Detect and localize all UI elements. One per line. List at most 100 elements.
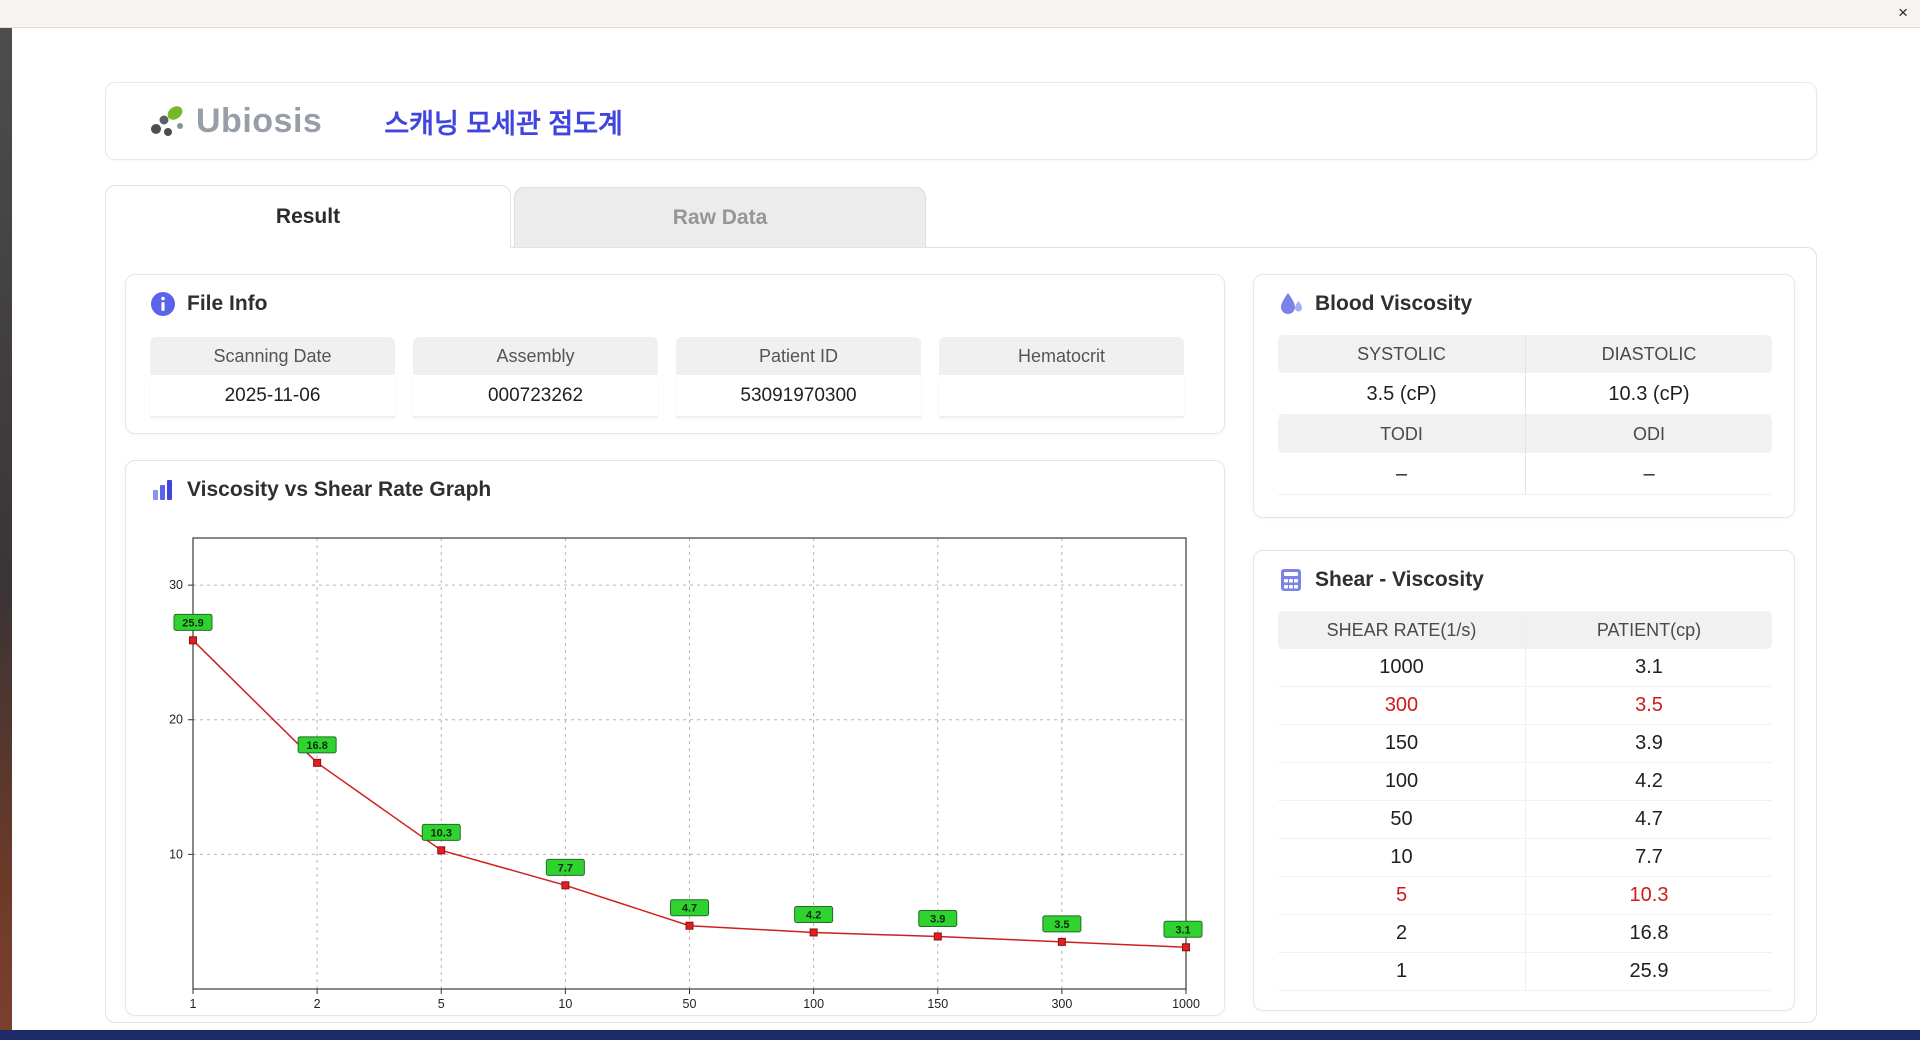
svg-text:1: 1 xyxy=(190,997,197,1009)
table-body: 1000 3.1 300 3.5 150 3.9 100 4.2 50 4.7 10 7.7 5 10.3… xyxy=(1278,649,1772,991)
desktop-backdrop-left xyxy=(0,28,12,1040)
app-header: Ubiosis 스캐닝 모세관 점도계 xyxy=(105,82,1817,160)
svg-text:25.9: 25.9 xyxy=(182,617,203,629)
field-value xyxy=(939,375,1184,417)
shear-viscosity-header: Shear - Viscosity xyxy=(1278,567,1484,593)
table-row: 1 25.9 xyxy=(1278,953,1772,991)
bv-value-row: – – xyxy=(1278,453,1772,495)
blood-viscosity-card: Blood Viscosity SYSTOLIC DIASTOLIC 3.5 (cP… xyxy=(1253,274,1795,518)
cell-patient: 3.1 xyxy=(1525,649,1772,686)
bv-label-row: SYSTOLIC DIASTOLIC xyxy=(1278,335,1772,373)
graph-header: Viscosity vs Shear Rate Graph xyxy=(150,477,491,503)
svg-text:10: 10 xyxy=(558,997,572,1009)
svg-text:3.5: 3.5 xyxy=(1054,919,1069,931)
svg-text:1000: 1000 xyxy=(1172,997,1200,1009)
field-label: Patient ID xyxy=(676,337,921,375)
table-row: 1000 3.1 xyxy=(1278,649,1772,687)
bar-chart-icon xyxy=(150,477,176,503)
table-row: 50 4.7 xyxy=(1278,801,1772,839)
shear-viscosity-table: SHEAR RATE(1/s) PATIENT(cp) 1000 3.1 300 3.… xyxy=(1278,611,1772,991)
svg-text:10.3: 10.3 xyxy=(431,827,452,839)
cell-shear-rate: 1000 xyxy=(1379,656,1424,678)
main-window: Ubiosis 스캐닝 모세관 점도계 Result Raw Data File… xyxy=(12,28,1920,1030)
field-label: Hematocrit xyxy=(939,337,1184,375)
bv-label-row: TODI ODI xyxy=(1278,415,1772,453)
cell-patient: 16.8 xyxy=(1525,915,1772,952)
bv-value: – xyxy=(1525,453,1772,495)
window-titlebar: × xyxy=(0,0,1920,28)
table-row: 5 10.3 xyxy=(1278,877,1772,915)
bv-value: – xyxy=(1278,453,1525,495)
ubiosis-leaf-icon xyxy=(144,99,190,143)
svg-text:5: 5 xyxy=(438,997,445,1009)
cell-patient: 7.7 xyxy=(1525,839,1772,876)
svg-text:50: 50 xyxy=(683,997,697,1009)
bv-value: 3.5 (cP) xyxy=(1278,373,1525,415)
blood-viscosity-header: Blood Viscosity xyxy=(1278,291,1472,317)
svg-text:2: 2 xyxy=(314,997,321,1009)
file-info-header: File Info xyxy=(150,291,268,317)
cell-shear-rate: 50 xyxy=(1390,808,1413,830)
file-info-fields: Scanning Date 2025-11-06 Assembly 000723262… xyxy=(150,337,1184,417)
bv-label: TODI xyxy=(1278,415,1525,453)
cell-shear-rate: 100 xyxy=(1384,770,1419,792)
bv-value: 10.3 (cP) xyxy=(1525,373,1772,415)
field-value: 000723262 xyxy=(413,375,658,417)
svg-text:16.8: 16.8 xyxy=(306,740,327,752)
field-value: 53091970300 xyxy=(676,375,921,417)
shear-viscosity-title: Shear - Viscosity xyxy=(1315,568,1484,591)
logo-text: Ubiosis xyxy=(196,101,323,140)
svg-text:7.7: 7.7 xyxy=(558,862,573,874)
file-info-field: Hematocrit xyxy=(939,337,1184,417)
desktop-backdrop-bottom xyxy=(0,1030,1920,1040)
tab-raw-data[interactable]: Raw Data xyxy=(514,187,926,248)
close-icon[interactable]: × xyxy=(1898,3,1908,23)
file-info-field: Scanning Date 2025-11-06 xyxy=(150,337,395,417)
tab-result[interactable]: Result xyxy=(105,185,511,248)
svg-text:4.7: 4.7 xyxy=(682,903,697,915)
table-row: 150 3.9 xyxy=(1278,725,1772,763)
table-row: 2 16.8 xyxy=(1278,915,1772,953)
info-icon xyxy=(150,291,176,317)
svg-text:300: 300 xyxy=(1051,997,1072,1009)
file-info-title: File Info xyxy=(187,292,268,315)
file-info-field: Assembly 000723262 xyxy=(413,337,658,417)
table-row: 300 3.5 xyxy=(1278,687,1772,725)
svg-text:150: 150 xyxy=(927,997,948,1009)
svg-text:10: 10 xyxy=(169,847,183,861)
svg-text:3.9: 3.9 xyxy=(930,913,945,925)
bv-label: SYSTOLIC xyxy=(1278,335,1525,373)
column-header-patient: PATIENT(cp) xyxy=(1525,611,1772,649)
cell-patient: 4.7 xyxy=(1525,801,1772,838)
cell-shear-rate: 10 xyxy=(1390,846,1413,868)
water-drop-icon xyxy=(1278,291,1304,317)
table-row: 100 4.2 xyxy=(1278,763,1772,801)
cell-shear-rate: 300 xyxy=(1384,694,1419,716)
table-row: 10 7.7 xyxy=(1278,839,1772,877)
field-value: 2025-11-06 xyxy=(150,375,395,417)
field-label: Scanning Date xyxy=(150,337,395,375)
cell-patient: 10.3 xyxy=(1525,877,1772,914)
field-label: Assembly xyxy=(413,337,658,375)
cell-patient: 3.9 xyxy=(1525,725,1772,762)
cell-shear-rate: 5 xyxy=(1395,884,1408,906)
svg-text:4.2: 4.2 xyxy=(806,909,821,921)
viscosity-chart: 10 20 30 1 2 5 10 50 100 150 300 1000 25.9 16.8 10.3 7.… xyxy=(169,537,1203,1009)
cell-shear-rate: 2 xyxy=(1395,922,1408,944)
column-header-shear-rate: SHEAR RATE(1/s) xyxy=(1326,620,1477,640)
blood-viscosity-grid: SYSTOLIC DIASTOLIC 3.5 (cP) 10.3 (cP) TODI OD… xyxy=(1278,335,1772,495)
shear-viscosity-card: Shear - Viscosity SHEAR RATE(1/s) PATIEN… xyxy=(1253,550,1795,1011)
svg-text:20: 20 xyxy=(169,713,183,727)
table-header-row: SHEAR RATE(1/s) PATIENT(cp) xyxy=(1278,611,1772,649)
cell-patient: 25.9 xyxy=(1525,953,1772,990)
graph-card: Viscosity vs Shear Rate Graph 10 20 30 1 2 5 1… xyxy=(125,460,1225,1016)
page-title: 스캐닝 모세관 점도계 xyxy=(384,108,623,139)
cell-patient: 4.2 xyxy=(1525,763,1772,800)
bv-value-row: 3.5 (cP) 10.3 (cP) xyxy=(1278,373,1772,415)
graph-title: Viscosity vs Shear Rate Graph xyxy=(187,478,492,501)
svg-text:100: 100 xyxy=(803,997,824,1009)
file-info-field: Patient ID 53091970300 xyxy=(676,337,921,417)
bv-label: ODI xyxy=(1525,415,1772,453)
file-info-card: File Info Scanning Date 2025-11-06 Assembl… xyxy=(125,274,1225,434)
bv-label: DIASTOLIC xyxy=(1525,335,1772,373)
